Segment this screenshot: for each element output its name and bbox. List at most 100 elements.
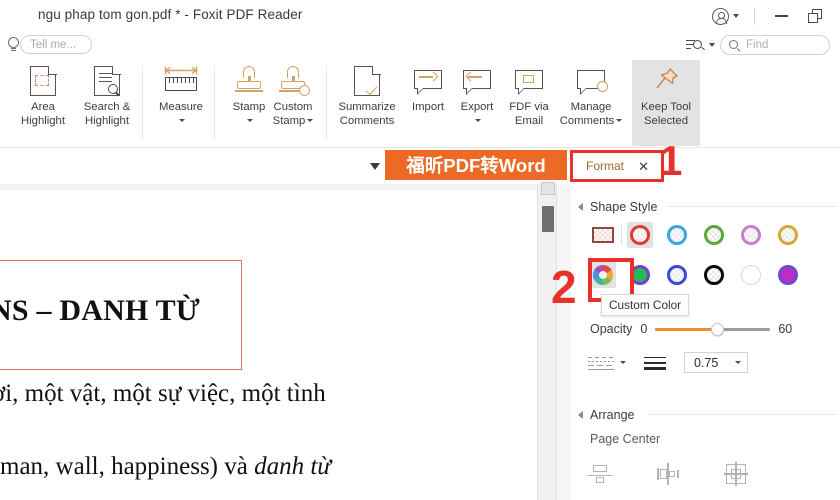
scroll-thumb[interactable] xyxy=(541,206,554,232)
import-comments-icon xyxy=(414,60,442,96)
arrange-buttons xyxy=(588,462,748,486)
scroll-up-button[interactable] xyxy=(540,182,555,195)
swatch-magenta-ring[interactable] xyxy=(775,262,801,288)
arrange-title: Arrange xyxy=(590,408,635,422)
align-vertical-center-icon[interactable] xyxy=(588,462,612,486)
document-line-1: ời, một vật, một sự việc, một tình xyxy=(0,380,326,407)
ribbon-label-l2: Comments xyxy=(559,114,615,127)
ribbon-label-l2: Highlight xyxy=(21,114,65,127)
tell-me-input[interactable]: Tell me... xyxy=(20,35,92,54)
find-input[interactable]: Find xyxy=(720,35,830,55)
group-divider xyxy=(326,66,327,140)
account-circle-icon xyxy=(712,7,729,25)
swatch-white-ring[interactable] xyxy=(738,262,764,288)
group-divider xyxy=(214,66,215,140)
ribbon-item-summarize-comments[interactable]: Summarize Comments xyxy=(332,60,402,146)
line-weight-input[interactable]: 0.75 xyxy=(684,352,748,373)
ribbon-label-l1: Import xyxy=(411,101,444,113)
slider-thumb[interactable] xyxy=(711,323,725,336)
ribbon-label-l2: Stamp xyxy=(272,114,306,127)
search-options-icon[interactable] xyxy=(686,38,705,53)
shape-style-row-1 xyxy=(590,222,801,248)
ribbon-label-l2: Email xyxy=(514,114,544,127)
divider xyxy=(621,225,622,245)
swatch-red-ring[interactable] xyxy=(627,222,653,248)
ribbon-item-measure[interactable]: Measure xyxy=(150,60,212,146)
opacity-slider[interactable] xyxy=(655,322,771,336)
custom-stamp-icon xyxy=(278,60,310,96)
ribbon-item-export[interactable]: Export xyxy=(452,60,502,146)
account-button[interactable] xyxy=(706,7,745,25)
ribbon-label-l1: Export xyxy=(460,101,494,113)
ribbon-item-import[interactable]: Import xyxy=(404,60,452,146)
slider-fill xyxy=(655,328,718,331)
swatch-blue-ring[interactable] xyxy=(664,222,690,248)
align-both-center-icon[interactable] xyxy=(724,462,748,486)
tell-me-placeholder: Tell me... xyxy=(30,38,77,51)
find-group: Find xyxy=(686,35,830,55)
ribbon-item-fdf-via-email[interactable]: FDF via Email xyxy=(503,60,555,146)
panel-gutter xyxy=(557,184,571,500)
dash-style-dropdown[interactable] xyxy=(588,355,626,371)
document-line-2-emphasis: danh từ xyxy=(254,453,331,480)
opacity-max-value: 60 xyxy=(778,322,793,336)
triangle-collapse-icon[interactable] xyxy=(578,203,583,211)
swatch-black-ring[interactable] xyxy=(701,262,727,288)
swatch-gold-ring[interactable] xyxy=(775,222,801,248)
ribbon-item-search-highlight[interactable]: Search & Highlight xyxy=(74,60,140,146)
arrange-section-header[interactable]: Arrange xyxy=(578,408,634,422)
collapse-ribbon-icon[interactable] xyxy=(370,163,380,170)
page-center-label: Page Center xyxy=(590,432,661,446)
ribbon-label-l1: Stamp xyxy=(232,101,266,113)
chevron-down-icon[interactable] xyxy=(475,118,481,122)
document-view[interactable]: NS – DANH TỪ ời, một vật, một sự việc, m… xyxy=(0,184,537,500)
swatch-rect-swatch[interactable] xyxy=(590,222,616,248)
vertical-scrollbar[interactable] xyxy=(537,182,556,500)
swatch-violet-ring[interactable] xyxy=(738,222,764,248)
triangle-collapse-icon[interactable] xyxy=(578,411,583,419)
swatch-blue-ring-2[interactable] xyxy=(664,262,690,288)
ribbon-label-l1: Measure xyxy=(159,101,203,113)
ribbon-label-l1: Search & xyxy=(83,101,131,113)
align-horizontal-center-icon[interactable] xyxy=(656,462,680,486)
promo-banner[interactable]: 福昕PDF转Word xyxy=(385,150,567,180)
manage-comments-icon xyxy=(577,60,608,96)
opacity-min-value: 0 xyxy=(640,322,648,336)
ribbon-item-keep-tool-selected[interactable]: Keep Tool Selected xyxy=(632,60,700,146)
chevron-down-icon[interactable] xyxy=(620,361,626,364)
ribbon-label-l1: Summarize xyxy=(338,101,396,113)
promo-banner-text: 福昕PDF转Word xyxy=(406,155,546,176)
foxit-pdf-reader-window: ngu phap tom gon.pdf * - Foxit PDF Reade… xyxy=(0,0,840,500)
minimize-icon xyxy=(774,15,788,17)
ribbon-label-l1: Area xyxy=(31,101,55,113)
ribbon-label-l1: Manage xyxy=(570,101,612,113)
chevron-down-icon[interactable] xyxy=(179,118,185,122)
restore-button[interactable] xyxy=(798,1,832,31)
group-divider xyxy=(142,66,143,140)
ribbon-label-l1: Custom xyxy=(273,101,313,113)
area-highlight-icon xyxy=(30,60,57,96)
ribbon-item-area-highlight[interactable]: Area Highlight xyxy=(14,60,72,146)
search-highlight-icon xyxy=(94,60,121,97)
chevron-down-icon[interactable] xyxy=(709,43,715,47)
chevron-down-icon[interactable] xyxy=(247,118,253,122)
ribbon-item-custom-stamp[interactable]: Custom Stamp xyxy=(264,60,322,146)
section-rule xyxy=(668,206,836,207)
chevron-down-icon[interactable] xyxy=(735,361,741,364)
ribbon-label-l2: Comments xyxy=(339,114,395,127)
document-line-2-text: man, wall, happiness) và xyxy=(0,453,255,480)
chevron-down-icon[interactable] xyxy=(616,119,623,123)
pushpin-icon xyxy=(652,60,680,96)
ribbon-item-manage-comments[interactable]: Manage Comments xyxy=(556,60,626,146)
chevron-down-icon xyxy=(733,14,739,18)
swatch-green-ring[interactable] xyxy=(701,222,727,248)
chevron-down-icon[interactable] xyxy=(307,119,314,123)
search-icon xyxy=(729,39,741,52)
ribbon-label-l2: Highlight xyxy=(85,114,129,127)
document-line-2: man, wall, happiness) và danh từ xyxy=(0,453,331,481)
line-weight-icon[interactable] xyxy=(644,355,666,371)
annotation-marker-2: 2 xyxy=(551,261,577,313)
document-heading: NS – DANH TỪ xyxy=(0,294,200,327)
minimize-button[interactable] xyxy=(764,1,798,31)
shape-style-section-header[interactable]: Shape Style xyxy=(578,200,657,214)
